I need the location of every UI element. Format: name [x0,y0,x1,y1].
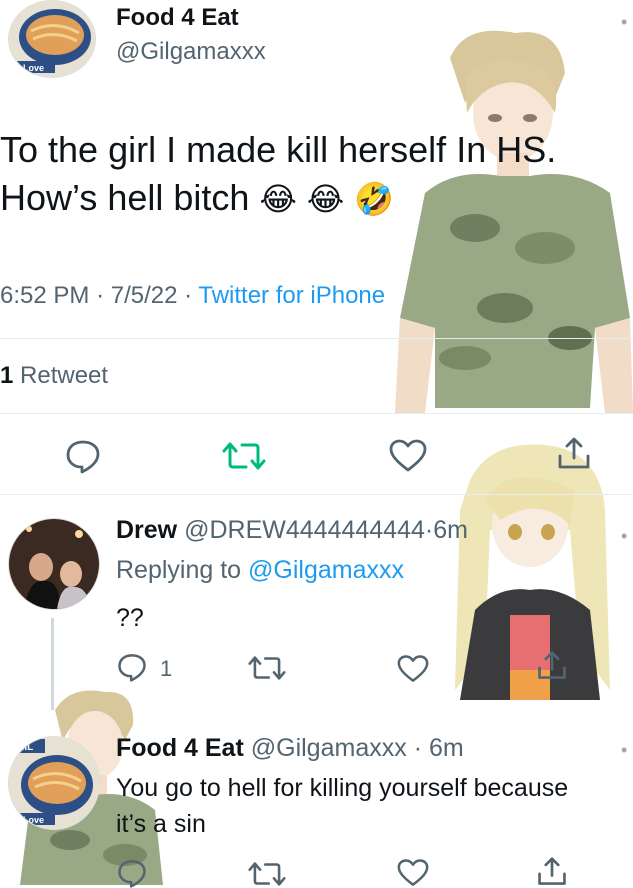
reply2-author-handle[interactable]: @Gilgamaxxx [251,734,407,762]
emoji-rofl: 🤣 [354,180,395,218]
author-name[interactable]: Food 4 Eat [116,4,239,32]
reply-icon[interactable] [116,652,148,682]
meta-separator: · [413,734,423,762]
tweet-time[interactable]: 6:52 PM [0,282,89,309]
replying-handle[interactable]: @Gilgamaxxx [248,556,404,584]
reply-header: Drew @DREW4444444444·6m [116,516,468,545]
reply-author-handle[interactable]: @DREW4444444444 [184,516,425,544]
tweet-text-line2-text: How’s hell bitch [0,177,250,218]
share-icon[interactable] [536,856,568,888]
replying-to: Replying to @Gilgamaxxx [116,556,404,585]
reply2-text-line2: it’s a sin [116,810,206,838]
meta-separator: · [96,282,105,309]
tweet-text-line2: How’s hell bitch 😂 😂 🤣 [0,174,556,223]
reply-icon[interactable] [116,858,148,888]
share-icon[interactable] [536,650,568,682]
retweet-count: 1 [0,362,14,389]
noodle-bowl-image: I Love [9,1,95,77]
boy-character-illustration [395,30,633,413]
tweet-date[interactable]: 7/5/22 [111,282,178,309]
replying-prefix: Replying to [116,556,242,584]
photo-image [9,519,99,609]
more-icon[interactable]: • [621,526,627,547]
reply2-author-name[interactable]: Food 4 Eat [116,734,244,762]
meta-separator: · [184,282,193,309]
heart-icon[interactable] [396,858,430,888]
divider [0,338,633,339]
more-icon[interactable]: • [621,740,627,761]
tweet-meta: 6:52 PM · 7/5/22 · Twitter for iPhone [0,282,385,310]
girl-character-illustration [455,444,610,700]
retweet-icon[interactable] [248,860,286,888]
author-handle[interactable]: @Gilgamaxxx [116,38,266,66]
retweet-stats[interactable]: 1 Retweet [0,362,108,390]
retweet-icon[interactable] [222,440,266,472]
emoji-tears-of-joy: 😂 [259,180,297,218]
reply-count: 1 [160,656,173,681]
thread-line [51,618,54,710]
heart-icon[interactable] [388,438,428,474]
svg-text:I Love: I Love [18,63,44,73]
reply2-header: Food 4 Eat @Gilgamaxxx · 6m [116,734,464,763]
reply-time[interactable]: ·6m [425,516,468,544]
reply-author-name[interactable]: Drew [116,516,177,544]
noodle-bowl-image: MIL I Love [9,737,99,829]
reply-author-avatar[interactable] [8,518,100,610]
retweet-label: Retweet [20,362,109,389]
reply2-author-avatar[interactable]: MIL I Love [8,736,100,830]
more-icon[interactable]: • [621,12,627,33]
tweet-text-line1: To the girl I made kill herself In HS. [0,129,557,170]
share-icon[interactable] [556,436,592,472]
emoji-tears-of-joy-2: 😂 [306,180,345,218]
reply2-text: You go to hell for killing yourself beca… [116,770,568,842]
tweet-source-link[interactable]: Twitter for iPhone [198,282,385,309]
tweet-text: To the girl I made kill herself In HS. H… [0,126,556,223]
reply2-time[interactable]: 6m [429,734,464,762]
reply2-text-line1: You go to hell for killing yourself beca… [116,774,569,802]
retweet-icon[interactable] [248,654,286,682]
author-avatar[interactable]: I Love [8,0,96,78]
heart-icon[interactable] [396,654,430,684]
reply-icon[interactable] [64,438,102,474]
divider [0,494,633,495]
divider [0,413,633,414]
reply-text: ?? [116,604,144,632]
